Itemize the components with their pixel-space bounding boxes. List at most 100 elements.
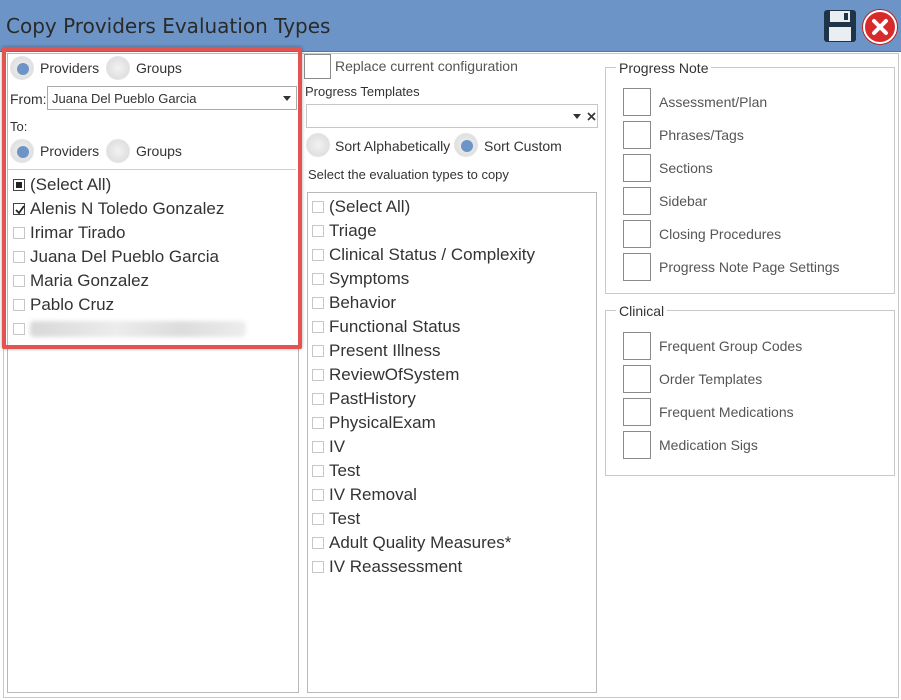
replace-config-label: Replace current configuration (335, 58, 518, 74)
from-label: From: (10, 91, 47, 107)
clinical-option-checkbox[interactable] (623, 332, 651, 360)
eval-type-row[interactable]: ReviewOfSystem (312, 363, 459, 387)
eval-type-checkbox[interactable] (312, 513, 324, 525)
eval-type-checkbox[interactable] (312, 345, 324, 357)
provider-checkbox[interactable] (13, 227, 25, 239)
eval-type-row[interactable]: Adult Quality Measures* (312, 531, 511, 555)
provider-checkbox[interactable] (13, 251, 25, 263)
provider-row[interactable]: Pablo Cruz (13, 293, 114, 317)
eval-type-label: Symptoms (329, 269, 410, 288)
eval-type-label: IV Removal (329, 485, 417, 504)
target-providers-radio[interactable] (10, 139, 34, 163)
provider-row[interactable]: Maria Gonzalez (13, 269, 149, 293)
eval-type-checkbox[interactable] (312, 273, 324, 285)
provider-select-all-checkbox[interactable] (13, 179, 25, 191)
progress-note-option-checkbox[interactable] (623, 187, 651, 215)
eval-type-row[interactable]: Clinical Status / Complexity (312, 243, 535, 267)
eval-type-checkbox[interactable] (312, 465, 324, 477)
eval-type-row[interactable]: IV Reassessment (312, 555, 462, 579)
title-bar: Copy Providers Evaluation Types (0, 0, 901, 52)
save-button[interactable] (822, 8, 858, 44)
eval-type-label: Adult Quality Measures* (329, 533, 512, 552)
eval-type-row[interactable]: Symptoms (312, 267, 409, 291)
eval-type-row[interactable]: Behavior (312, 291, 396, 315)
eval-type-row[interactable]: PastHistory (312, 387, 416, 411)
eval-type-row[interactable]: Present Illness (312, 339, 441, 363)
clear-icon[interactable] (587, 112, 596, 121)
eval-type-checkbox[interactable] (312, 297, 324, 309)
progress-note-option-row[interactable]: Progress Note Page Settings (623, 253, 840, 281)
dropdown-arrow-icon[interactable] (573, 114, 581, 119)
close-button[interactable] (863, 10, 897, 44)
eval-type-row[interactable]: Test (312, 507, 360, 531)
sort-alphabetically-radio[interactable] (306, 133, 330, 157)
provider-row-redacted[interactable] (13, 317, 246, 341)
replace-config-row[interactable]: Replace current configuration (304, 53, 518, 79)
eval-select-all-checkbox[interactable] (312, 201, 324, 213)
clinical-title: Clinical (616, 303, 668, 319)
eval-type-row[interactable]: PhysicalExam (312, 411, 436, 435)
progress-note-option-row[interactable]: Closing Procedures (623, 220, 781, 248)
source-providers-radio[interactable] (10, 56, 34, 80)
provider-label: Alenis N Toledo Gonzalez (30, 199, 225, 218)
progress-note-option-row[interactable]: Sections (623, 154, 713, 182)
eval-type-checkbox[interactable] (312, 537, 324, 549)
progress-templates-select[interactable] (306, 104, 598, 128)
eval-type-checkbox[interactable] (312, 249, 324, 261)
replace-config-checkbox[interactable] (304, 53, 331, 79)
clinical-option-checkbox[interactable] (623, 431, 651, 459)
provider-checkbox[interactable] (13, 299, 25, 311)
eval-type-row[interactable]: Test (312, 459, 360, 483)
clinical-option-row[interactable]: Order Templates (623, 365, 762, 393)
eval-type-row[interactable]: Functional Status (312, 315, 460, 339)
provider-row[interactable]: Irimar Tirado (13, 221, 125, 245)
clinical-option-checkbox[interactable] (623, 365, 651, 393)
progress-note-option-row[interactable]: Assessment/Plan (623, 88, 767, 116)
source-type-radio-group: Providers Groups (10, 55, 290, 81)
provider-checkbox[interactable] (13, 275, 25, 287)
clinical-option-row[interactable]: Frequent Group Codes (623, 332, 802, 360)
from-provider-select[interactable]: Juana Del Pueblo Garcia (47, 86, 297, 110)
progress-note-option-checkbox[interactable] (623, 220, 651, 248)
progress-note-option-checkbox[interactable] (623, 121, 651, 149)
clinical-option-checkbox[interactable] (623, 398, 651, 426)
clinical-option-row[interactable]: Frequent Medications (623, 398, 794, 426)
from-provider-value: Juana Del Pueblo Garcia (52, 91, 197, 106)
eval-type-checkbox[interactable] (312, 321, 324, 333)
clinical-option-label: Medication Sigs (659, 437, 758, 453)
eval-type-label: PastHistory (329, 389, 416, 408)
progress-note-option-checkbox[interactable] (623, 154, 651, 182)
eval-type-checkbox[interactable] (312, 561, 324, 573)
eval-type-checkbox[interactable] (312, 417, 324, 429)
eval-type-checkbox[interactable] (312, 393, 324, 405)
progress-note-option-row[interactable]: Sidebar (623, 187, 707, 215)
sort-alphabetically-label: Sort Alphabetically (335, 138, 451, 154)
eval-type-label: Test (329, 509, 361, 528)
eval-type-row[interactable]: Triage (312, 219, 377, 243)
eval-select-all-row[interactable]: (Select All) (312, 195, 410, 219)
progress-note-option-checkbox[interactable] (623, 253, 651, 281)
provider-row[interactable]: Alenis N Toledo Gonzalez (13, 197, 224, 221)
progress-note-option-checkbox[interactable] (623, 88, 651, 116)
to-label: To: (10, 119, 28, 134)
eval-type-checkbox[interactable] (312, 225, 324, 237)
source-groups-radio[interactable] (106, 56, 130, 80)
target-groups-radio[interactable] (106, 139, 130, 163)
eval-type-label: IV (329, 437, 346, 456)
provider-checkbox[interactable] (13, 323, 25, 335)
provider-row[interactable]: Juana Del Pueblo Garcia (13, 245, 219, 269)
source-providers-label: Providers (40, 60, 100, 76)
progress-note-option-row[interactable]: Phrases/Tags (623, 121, 744, 149)
eval-type-checkbox[interactable] (312, 441, 324, 453)
eval-type-checkbox[interactable] (312, 369, 324, 381)
eval-type-checkbox[interactable] (312, 489, 324, 501)
progress-note-option-label: Sidebar (659, 193, 708, 209)
provider-select-all-row[interactable]: (Select All) (13, 173, 111, 197)
progress-note-option-label: Closing Procedures (659, 226, 782, 242)
eval-type-row[interactable]: IV (312, 435, 345, 459)
provider-checkbox[interactable] (13, 203, 25, 215)
sort-custom-radio[interactable] (454, 133, 478, 157)
eval-type-row[interactable]: IV Removal (312, 483, 417, 507)
progress-note-option-label: Progress Note Page Settings (659, 259, 840, 275)
clinical-option-row[interactable]: Medication Sigs (623, 431, 758, 459)
